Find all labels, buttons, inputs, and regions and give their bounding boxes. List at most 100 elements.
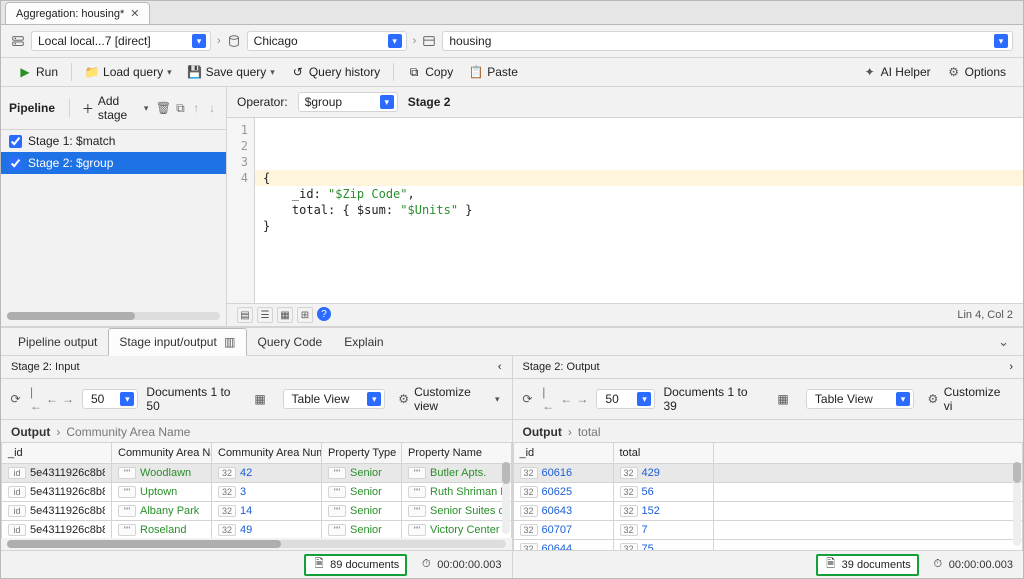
collection-selector[interactable]: housing ▾: [442, 31, 1013, 51]
view-selector[interactable]: Table View ▾: [806, 389, 914, 409]
table-row[interactable]: id5e4311926c8b8""Roseland3249""Senior""V…: [2, 521, 512, 539]
code-editor[interactable]: 1234 { _id: "$Zip Code", total: { $sum: …: [227, 118, 1023, 303]
view-mode-icon[interactable]: ▤: [237, 307, 253, 323]
table-row[interactable]: id5e4311926c8b8""Woodlawn3242""Senior""B…: [2, 464, 512, 483]
operator-selector[interactable]: $group ▾: [298, 92, 398, 112]
column-header[interactable]: _id: [2, 443, 112, 464]
grid-cell[interactable]: 3260643: [513, 502, 613, 521]
view-mode-icon[interactable]: ☰: [257, 307, 273, 323]
refresh-icon[interactable]: ⟳: [521, 392, 535, 406]
tab-query-code[interactable]: Query Code: [247, 328, 334, 355]
next-page-icon[interactable]: →: [62, 392, 74, 406]
add-stage-button[interactable]: ＋ Add stage ▾: [78, 92, 153, 124]
vertical-scrollbar[interactable]: [502, 462, 510, 534]
grid-cell[interactable]: 327: [613, 521, 713, 540]
collapse-left-icon[interactable]: ‹: [498, 361, 502, 373]
grid-cell[interactable]: ""Senior Suites of: [402, 502, 512, 521]
collapse-panel-button[interactable]: ⌄: [990, 334, 1017, 350]
column-header[interactable]: Community Area Name: [112, 443, 212, 464]
column-header[interactable]: _id: [513, 443, 613, 464]
vertical-scrollbar[interactable]: [1013, 462, 1021, 546]
grid-cell[interactable]: ""Woodlawn: [112, 464, 212, 483]
move-up-icon[interactable]: ↑: [190, 101, 202, 115]
table-row[interactable]: id5e4311926c8b8""Albany Park3214""Senior…: [2, 502, 512, 521]
query-history-button[interactable]: ↺ Query history: [284, 62, 387, 82]
grid-cell[interactable]: 3214: [212, 502, 322, 521]
grid-cell[interactable]: ""Senior: [322, 464, 402, 483]
close-icon[interactable]: ✕: [130, 7, 139, 20]
grid-cell[interactable]: 3260616: [513, 464, 613, 483]
table-row[interactable]: 3260707327: [513, 521, 1023, 540]
horizontal-scrollbar[interactable]: [7, 540, 506, 548]
grid-cell[interactable]: ""Senior: [322, 502, 402, 521]
scrollbar-thumb[interactable]: [1013, 462, 1021, 483]
grid-cell[interactable]: 32429: [613, 464, 713, 483]
grid-cell[interactable]: ""Senior: [322, 521, 402, 539]
page-size-selector[interactable]: 50 ▾: [596, 389, 655, 409]
document-tab[interactable]: Aggregation: housing* ✕: [5, 2, 150, 24]
refresh-icon[interactable]: ⟳: [9, 392, 22, 406]
grid-cell[interactable]: 3260625: [513, 483, 613, 502]
connection-selector[interactable]: Local local...7 [direct] ▾: [31, 31, 211, 51]
horizontal-scrollbar[interactable]: [7, 312, 220, 320]
save-query-button[interactable]: 💾 Save query ▾: [181, 62, 282, 82]
run-button[interactable]: ▶ Run: [11, 62, 65, 82]
collapse-right-icon[interactable]: ›: [1009, 361, 1013, 373]
grid-icon[interactable]: ▦: [776, 392, 790, 406]
grid-cell[interactable]: ""Victory Center o: [402, 521, 512, 539]
move-down-icon[interactable]: ↓: [206, 101, 218, 115]
grid-cell[interactable]: 3249: [212, 521, 322, 539]
tab-explain[interactable]: Explain: [333, 328, 394, 355]
output-grid-wrap[interactable]: _idtotal32606163242932606253256326064332…: [513, 442, 1024, 550]
scrollbar-thumb[interactable]: [7, 312, 135, 320]
next-page-icon[interactable]: →: [576, 392, 588, 406]
column-header[interactable]: Property Type: [322, 443, 402, 464]
stage-enabled-checkbox[interactable]: [9, 157, 22, 170]
stage-enabled-checkbox[interactable]: [9, 135, 22, 148]
database-selector[interactable]: Chicago ▾: [247, 31, 407, 51]
grid-cell[interactable]: ""Roseland: [112, 521, 212, 539]
table-row[interactable]: id5e4311926c8b8""Uptown323""Senior""Ruth…: [2, 483, 512, 502]
options-button[interactable]: ⚙ Options: [940, 62, 1013, 82]
view-mode-icon[interactable]: ▦: [277, 307, 293, 323]
pipeline-stage-item[interactable]: Stage 2: $group: [1, 152, 226, 174]
grid-cell[interactable]: id5e4311926c8b8: [2, 483, 112, 502]
trash-icon[interactable]: 🗑: [156, 101, 170, 115]
help-icon[interactable]: ?: [317, 307, 331, 321]
grid-icon[interactable]: ▦: [254, 392, 267, 406]
scrollbar-thumb[interactable]: [7, 540, 281, 548]
tab-pipeline-output[interactable]: Pipeline output: [7, 328, 108, 355]
page-size-selector[interactable]: 50 ▾: [82, 389, 138, 409]
pipeline-stage-item[interactable]: Stage 1: $match: [1, 130, 226, 152]
grid-cell[interactable]: id5e4311926c8b8: [2, 502, 112, 521]
scrollbar-thumb[interactable]: [502, 462, 510, 484]
table-row[interactable]: 326061632429: [513, 464, 1023, 483]
view-mode-icon[interactable]: ⊞: [297, 307, 313, 323]
input-grid-wrap[interactable]: _idCommunity Area NameCommunity Area Num…: [1, 442, 512, 538]
grid-cell[interactable]: 3275: [613, 540, 713, 551]
grid-cell[interactable]: ""Uptown: [112, 483, 212, 502]
code-body[interactable]: { _id: "$Zip Code", total: { $sum: "$Uni…: [255, 118, 1023, 303]
grid-cell[interactable]: 3242: [212, 464, 322, 483]
customize-view-button[interactable]: ⚙ Customize view ▾: [393, 383, 503, 415]
column-header[interactable]: total: [613, 443, 713, 464]
copy-button[interactable]: ⧉ Copy: [400, 62, 460, 82]
prev-page-icon[interactable]: ←: [46, 392, 58, 406]
grid-cell[interactable]: ""Butler Apts.: [402, 464, 512, 483]
grid-cell[interactable]: 3256: [613, 483, 713, 502]
prev-page-icon[interactable]: ←: [560, 392, 572, 406]
column-header[interactable]: Property Name: [402, 443, 512, 464]
tab-stage-io[interactable]: Stage input/output ▥: [108, 328, 246, 356]
grid-cell[interactable]: 323: [212, 483, 322, 502]
ai-helper-button[interactable]: ✦ AI Helper: [856, 62, 938, 82]
grid-cell[interactable]: ""Albany Park: [112, 502, 212, 521]
table-row[interactable]: 326064332152: [513, 502, 1023, 521]
first-page-icon[interactable]: |←: [542, 385, 556, 413]
grid-cell[interactable]: id5e4311926c8b8: [2, 521, 112, 539]
first-page-icon[interactable]: |←: [30, 385, 42, 413]
grid-cell[interactable]: 32152: [613, 502, 713, 521]
duplicate-icon[interactable]: ⧉: [174, 101, 186, 115]
load-query-button[interactable]: 📁 Load query ▾: [78, 62, 179, 82]
column-header[interactable]: Community Area Numb: [212, 443, 322, 464]
table-row[interactable]: 32606253256: [513, 483, 1023, 502]
